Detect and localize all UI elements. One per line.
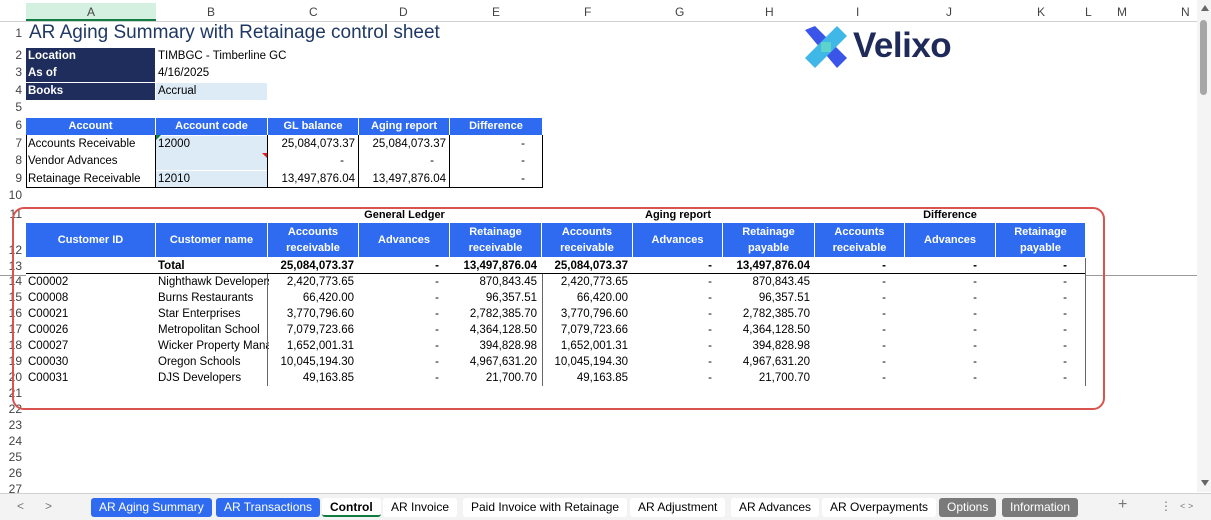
row-number[interactable]: 8: [0, 153, 22, 167]
control-aging-retainage[interactable]: 13,497,876.04: [359, 171, 446, 187]
control-header-aging-report[interactable]: Aging report: [359, 118, 449, 135]
control-code-retainage[interactable]: 12010: [156, 171, 267, 188]
scroll-tabs-left-icon[interactable]: <: [1180, 501, 1185, 511]
row-number[interactable]: 10: [0, 188, 22, 202]
col-header-k[interactable]: K: [1037, 5, 1045, 19]
row-number[interactable]: 1: [0, 26, 22, 40]
col-header-m[interactable]: M: [1117, 5, 1127, 19]
sheet-tab-ar-transactions[interactable]: AR Transactions: [216, 498, 321, 517]
control-diff-retainage[interactable]: -: [450, 171, 525, 187]
scroll-down-icon[interactable]: [1201, 480, 1209, 486]
sheet-tab-ar-overpayments[interactable]: AR Overpayments: [822, 498, 937, 517]
tab-prev-icon[interactable]: <: [17, 499, 24, 513]
col-header-l[interactable]: L: [1085, 5, 1092, 19]
control-gl-retainage[interactable]: 13,497,876.04: [268, 171, 355, 187]
row-number[interactable]: 6: [0, 118, 22, 132]
control-code-ar[interactable]: 12000: [156, 136, 267, 153]
row-number[interactable]: 2: [0, 48, 22, 62]
control-gl-ar[interactable]: 25,084,073.37: [268, 136, 355, 152]
control-header-difference[interactable]: Difference: [450, 118, 542, 135]
control-code-vendor-advances[interactable]: [156, 153, 267, 170]
scrollbar-thumb[interactable]: [1200, 20, 1207, 95]
row-number[interactable]: 4: [0, 83, 22, 97]
sheet-tab-ar-aging-summary[interactable]: AR Aging Summary: [91, 498, 212, 517]
sheet-tab-paid-invoice-with-retainage[interactable]: Paid Invoice with Retainage: [463, 498, 628, 517]
comment-marker-green: [156, 135, 161, 140]
sheet-tab-information[interactable]: Information: [1002, 498, 1079, 517]
control-header-account[interactable]: Account: [26, 118, 155, 135]
brand-name: Velixo: [853, 26, 952, 65]
scroll-tabs-right-icon[interactable]: >: [1188, 501, 1193, 511]
col-header-d[interactable]: D: [399, 5, 408, 19]
row-number[interactable]: 5: [0, 100, 22, 114]
info-value-as-of[interactable]: 4/16/2025: [157, 65, 267, 81]
info-label-location[interactable]: Location: [26, 48, 155, 65]
control-border: [358, 135, 359, 188]
col-header-i[interactable]: I: [856, 5, 859, 19]
row-number[interactable]: 24: [0, 434, 22, 448]
scroll-up-icon[interactable]: [1201, 5, 1209, 11]
info-value-location[interactable]: TIMBGC - Timberline GC: [157, 48, 337, 64]
info-label-as-of[interactable]: As of: [26, 65, 155, 82]
row-number[interactable]: 9: [0, 171, 22, 185]
sheet-tab-ar-advances[interactable]: AR Advances: [731, 498, 820, 517]
row-number[interactable]: 3: [0, 65, 22, 79]
control-border: [26, 187, 543, 188]
vertical-scrollbar[interactable]: [1197, 0, 1211, 492]
col-header-g[interactable]: G: [675, 5, 684, 19]
sheet-tab-bar: < > AR Aging Summary AR Transactions Contr…: [0, 493, 1211, 520]
tab-next-icon[interactable]: >: [45, 499, 52, 513]
sheet-tab-ar-invoice[interactable]: AR Invoice: [383, 498, 458, 517]
control-header-gl-balance[interactable]: GL balance: [268, 118, 358, 135]
control-account-vendor-advances[interactable]: Vendor Advances: [28, 153, 156, 169]
row-number[interactable]: 7: [0, 136, 22, 150]
col-header-a[interactable]: A: [87, 5, 95, 19]
column-header-bar: A B C D E F G H I J K L M N: [0, 3, 1211, 21]
control-border: [449, 135, 450, 188]
add-sheet-icon[interactable]: +: [1118, 496, 1127, 514]
col-header-f[interactable]: F: [584, 5, 591, 19]
row-number[interactable]: 25: [0, 450, 22, 464]
control-aging-ar[interactable]: 25,084,073.37: [359, 136, 446, 152]
col-header-b[interactable]: B: [207, 5, 215, 19]
highlight-box: [12, 207, 1105, 410]
row-number[interactable]: 23: [0, 418, 22, 432]
col-header-h[interactable]: H: [765, 5, 774, 19]
comment-marker-red: [262, 153, 267, 158]
sheet-tab-options[interactable]: Options: [939, 498, 997, 517]
page-title[interactable]: AR Aging Summary with Retainage control …: [29, 22, 440, 44]
col-header-j[interactable]: J: [946, 5, 952, 19]
info-label-books[interactable]: Books: [26, 83, 155, 100]
control-diff-ar[interactable]: -: [450, 136, 525, 152]
control-diff-vendor-advances[interactable]: -: [450, 153, 525, 169]
more-options-icon[interactable]: ⋮: [1160, 499, 1172, 513]
control-gl-vendor-advances[interactable]: -: [268, 153, 344, 169]
control-account-retainage[interactable]: Retainage Receivable: [28, 171, 156, 187]
sheet-tab-ar-adjustment[interactable]: AR Adjustment: [630, 498, 726, 517]
velixo-logo-icon: [805, 26, 847, 68]
control-border: [542, 135, 543, 188]
info-value-books[interactable]: Accrual: [156, 83, 267, 100]
control-border: [26, 135, 27, 188]
row-number[interactable]: 26: [0, 466, 22, 480]
control-border: [155, 135, 156, 188]
col-header-n[interactable]: N: [1181, 5, 1190, 19]
col-header-e[interactable]: E: [492, 5, 500, 19]
control-account-ar[interactable]: Accounts Receivable: [28, 136, 156, 152]
sheet-tab-control[interactable]: Control: [322, 498, 381, 517]
control-header-account-code[interactable]: Account code: [156, 118, 267, 135]
control-aging-vendor-advances[interactable]: -: [359, 153, 434, 169]
col-header-c[interactable]: C: [309, 5, 318, 19]
control-border: [267, 135, 268, 188]
